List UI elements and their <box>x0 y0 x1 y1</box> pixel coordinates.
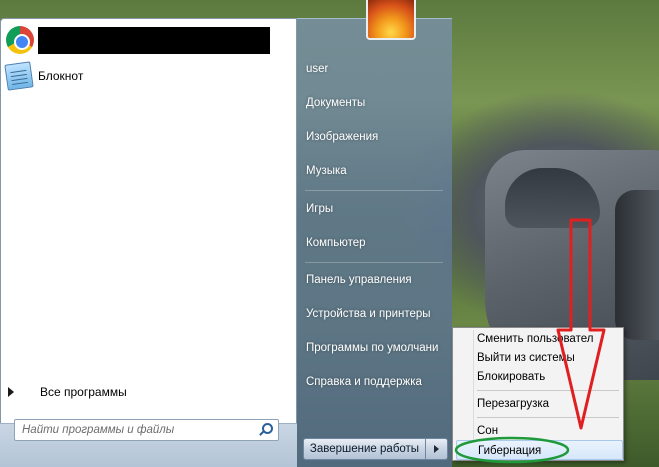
link-default-programs[interactable]: Программы по умолчани <box>306 342 438 354</box>
link-control-panel[interactable]: Панель управления <box>306 274 412 286</box>
link-user[interactable]: user <box>306 63 328 75</box>
notepad-icon <box>4 61 34 91</box>
search-input[interactable] <box>15 424 258 436</box>
pinned-program-notepad[interactable]: Блокнот <box>4 59 291 93</box>
menu-item-restart[interactable]: Перезагрузка <box>477 394 623 414</box>
shutdown-button[interactable]: Завершение работы <box>303 438 426 460</box>
menu-icon-gutter <box>473 330 474 458</box>
chrome-icon <box>6 26 34 54</box>
user-picture[interactable] <box>366 0 416 40</box>
menu-item-sleep[interactable]: Сон <box>477 421 623 441</box>
link-help-support[interactable]: Справка и поддержка <box>306 376 422 388</box>
links-separator <box>305 262 443 263</box>
links-separator <box>305 190 443 191</box>
link-computer[interactable]: Компьютер <box>306 237 366 249</box>
redacted-label <box>38 26 270 54</box>
wallpaper-jet-intake <box>615 190 659 340</box>
link-games[interactable]: Игры <box>306 203 333 215</box>
pinned-program-chrome[interactable] <box>6 23 291 57</box>
all-programs-button[interactable]: Все программы <box>8 385 127 399</box>
arrow-right-icon <box>8 387 14 397</box>
menu-item-lock[interactable]: Блокировать <box>477 367 623 387</box>
menu-separator <box>477 417 619 418</box>
link-documents[interactable]: Документы <box>306 97 365 109</box>
all-programs-label: Все программы <box>40 385 127 399</box>
link-music[interactable]: Музыка <box>306 165 347 177</box>
power-options-menu: Сменить пользовател Выйти из системы Бло… <box>452 327 624 461</box>
menu-separator <box>477 390 619 391</box>
shutdown-options-button[interactable] <box>426 438 448 460</box>
program-label: Блокнот <box>38 69 84 83</box>
menu-item-switch-user[interactable]: Сменить пользовател <box>477 329 623 349</box>
search-icon[interactable] <box>258 423 273 437</box>
link-pictures[interactable]: Изображения <box>306 131 378 143</box>
menu-item-hibernate[interactable]: Гибернация <box>456 440 623 460</box>
search-box[interactable] <box>14 419 279 441</box>
menu-item-log-off[interactable]: Выйти из системы <box>477 348 623 368</box>
chevron-right-icon <box>434 445 439 453</box>
link-devices-printers[interactable]: Устройства и принтеры <box>306 308 431 320</box>
